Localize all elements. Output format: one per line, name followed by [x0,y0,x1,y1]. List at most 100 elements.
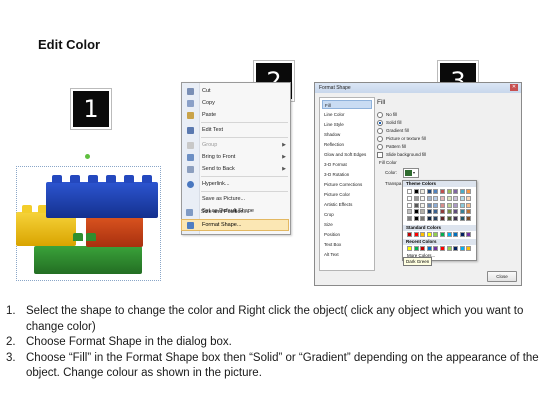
color-swatch[interactable] [426,215,432,221]
option-slide-background-fill[interactable]: Slide background fill [377,151,426,158]
nav-item-picture-corrections[interactable]: Picture Corrections [322,180,372,189]
color-swatch[interactable] [466,215,472,221]
color-swatch[interactable] [453,215,459,221]
nav-item-line-color[interactable]: Line Color [322,110,372,119]
menu-item-hyperlink[interactable]: Hyperlink... [182,178,290,190]
nav-item-size[interactable]: Size [322,220,372,229]
color-swatch[interactable] [407,215,412,221]
color-swatch[interactable] [453,189,459,194]
menu-item-size-and-position[interactable]: Size and Position... [181,206,289,218]
color-swatch[interactable] [466,189,472,194]
color-swatch[interactable] [453,209,459,214]
nav-item-reflection[interactable]: Reflection [322,140,372,149]
nav-item-alt-text[interactable]: Alt Text [322,250,372,259]
menu-item-send-to-back[interactable]: Send to Back ▶ [182,163,290,175]
color-swatch[interactable] [426,232,432,237]
color-swatch[interactable] [407,232,412,237]
nav-item-shadow[interactable]: Shadow [322,130,372,139]
color-swatch[interactable] [459,246,465,251]
color-swatch[interactable] [459,196,465,201]
color-swatch[interactable] [413,215,419,221]
option-no-fill[interactable]: No fill [377,111,397,118]
nav-item-artistic-effects[interactable]: Artistic Effects [322,200,372,209]
nav-item-crop[interactable]: Crop [322,210,372,219]
color-swatch[interactable] [446,215,452,221]
color-swatch[interactable] [433,246,439,251]
menu-item-save-as-picture[interactable]: Save as Picture... [182,193,290,205]
color-swatch[interactable] [453,246,459,251]
color-swatch[interactable] [407,209,412,214]
color-swatch[interactable] [459,189,465,194]
menu-item-edit-text[interactable]: Edit Text [182,124,290,136]
option-solid-fill[interactable]: Solid fill [377,119,402,126]
nav-item-glow[interactable]: Glow and Soft Edges [322,150,372,159]
nav-item-text-box[interactable]: Text Box [322,240,372,249]
color-swatch[interactable] [440,246,445,251]
nav-item-line-style[interactable]: Line Style [322,120,372,129]
green-brick[interactable] [34,246,142,274]
color-swatch[interactable] [413,246,419,251]
color-swatch[interactable] [420,215,426,221]
color-swatch[interactable] [466,196,472,201]
color-swatch[interactable] [466,209,472,214]
color-swatch[interactable] [420,232,426,237]
menu-item-paste[interactable]: Paste [182,109,290,121]
color-swatch[interactable] [420,209,426,214]
color-swatch[interactable] [440,202,445,208]
color-swatch[interactable] [413,202,419,208]
color-swatch[interactable] [446,209,452,214]
color-swatch[interactable] [459,215,465,221]
color-swatch[interactable] [426,246,432,251]
color-swatch[interactable] [420,246,426,251]
color-swatch[interactable] [433,189,439,194]
nav-item-picture-color[interactable]: Picture Color [322,190,372,199]
lego-illustration[interactable] [16,166,159,279]
color-swatch[interactable] [466,232,472,237]
color-swatch[interactable] [440,189,445,194]
color-swatch[interactable] [459,202,465,208]
color-swatch[interactable] [446,196,452,201]
color-swatch[interactable] [440,232,445,237]
color-swatch[interactable] [453,232,459,237]
color-swatch[interactable] [453,202,459,208]
color-swatch[interactable] [407,196,412,201]
color-swatch[interactable] [459,209,465,214]
color-swatch[interactable] [420,189,426,194]
color-swatch[interactable] [426,196,432,201]
color-swatch[interactable] [426,202,432,208]
option-pattern-fill[interactable]: Pattern fill [377,143,406,150]
menu-item-format-shape[interactable]: Format Shape... [181,219,289,231]
color-swatch[interactable] [426,189,432,194]
nav-item-3d-rotation[interactable]: 3-D Rotation [322,170,372,179]
color-swatch[interactable] [413,189,419,194]
color-swatch[interactable] [413,209,419,214]
close-button[interactable]: Close [487,271,517,282]
color-swatch[interactable] [426,209,432,214]
nav-item-3d-format[interactable]: 3-D Format [322,160,372,169]
color-swatch[interactable] [466,246,472,251]
color-swatch[interactable] [433,215,439,221]
color-swatch[interactable] [440,196,445,201]
color-swatch[interactable] [446,246,452,251]
blue-brick[interactable] [46,182,158,218]
rotate-handle[interactable] [85,154,90,159]
color-swatch[interactable] [407,202,412,208]
color-swatch[interactable] [446,232,452,237]
color-swatch[interactable] [433,202,439,208]
color-swatch[interactable] [440,209,445,214]
option-gradient-fill[interactable]: Gradient fill [377,127,409,134]
color-swatch[interactable] [453,196,459,201]
color-swatch[interactable] [466,202,472,208]
color-swatch[interactable] [433,209,439,214]
color-swatch[interactable] [433,232,439,237]
color-swatch[interactable] [407,246,412,251]
menu-item-bring-to-front[interactable]: Bring to Front ▶ [182,151,290,163]
color-picker-button[interactable]: ▾ [403,168,419,178]
color-swatch[interactable] [440,215,445,221]
red-brick[interactable] [86,217,143,247]
color-swatch[interactable] [433,196,439,201]
color-swatch[interactable] [446,189,452,194]
color-swatch[interactable] [446,202,452,208]
option-picture-fill[interactable]: Picture or texture fill [377,135,426,142]
nav-item-fill[interactable]: Fill [322,100,372,109]
